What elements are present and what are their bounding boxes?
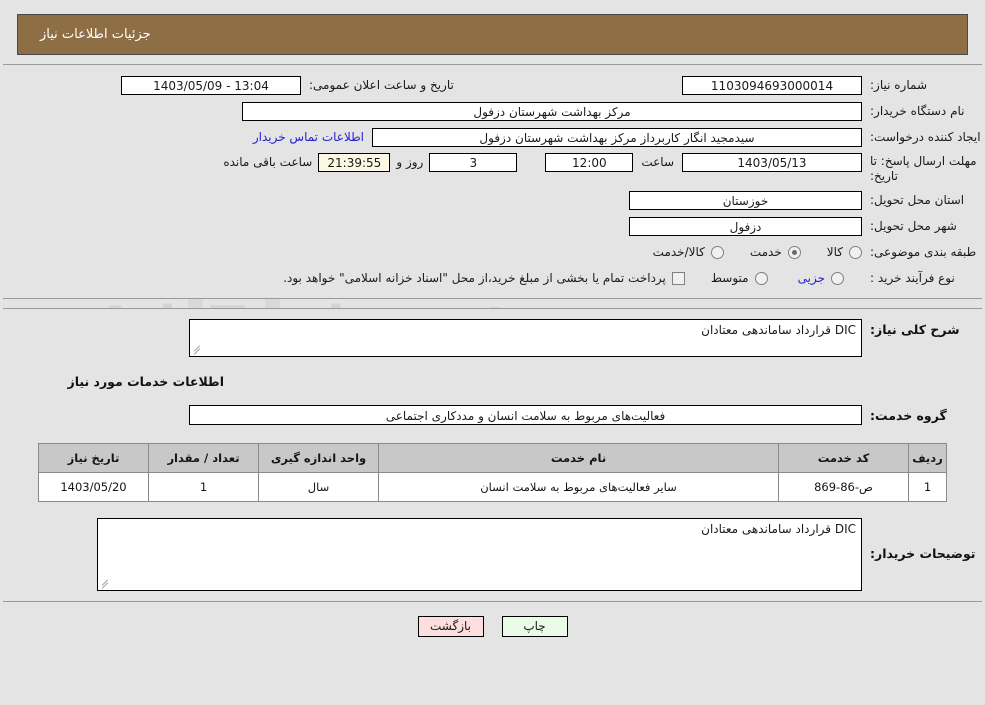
th-index: ردیف bbox=[908, 443, 947, 473]
th-unit: واحد اندازه گیری bbox=[258, 443, 379, 473]
radio-process-motavasset-label: متوسط bbox=[710, 271, 749, 285]
page-root: جزئیات اطلاعات نیاز شماره نیاز: 11030946… bbox=[0, 14, 985, 637]
need-description-label: شرح کلی نیاز: bbox=[870, 322, 960, 337]
back-button[interactable]: بازگشت bbox=[417, 616, 484, 637]
cell-qty: 1 bbox=[148, 472, 259, 502]
row-buyer-notes: توضیحات خریدار: DIC قرارداد ساماندهی معت… bbox=[3, 518, 982, 591]
row-province: استان محل تحویل: خوزستان bbox=[3, 190, 982, 210]
cell-index: 1 bbox=[908, 472, 947, 502]
th-name: نام خدمت bbox=[378, 443, 779, 473]
cell-unit: سال bbox=[258, 472, 379, 502]
details-panel: شرح کلی نیاز: DIC قرارداد ساماندهی معتاد… bbox=[3, 308, 982, 602]
city-label: شهر محل تحویل: bbox=[870, 219, 957, 233]
remaining-days-label: روز و bbox=[396, 155, 424, 169]
cell-name: سایر فعالیت‌های مربوط به سلامت انسان bbox=[378, 472, 779, 502]
summary-panel: شماره نیاز: 1103094693000014 تاریخ و ساع… bbox=[3, 64, 982, 299]
classification-label: طبقه بندی موضوعی: bbox=[870, 245, 977, 259]
checkbox-islamic-treasury-label: پرداخت تمام یا بخشی از مبلغ خرید،از محل … bbox=[283, 271, 666, 285]
cell-date: 1403/05/20 bbox=[38, 472, 149, 502]
th-qty: تعداد / مقدار bbox=[148, 443, 259, 473]
announce-field: 1403/05/09 - 13:04 bbox=[121, 75, 301, 95]
province-field: خوزستان bbox=[629, 190, 862, 210]
need-description-value: DIC قرارداد ساماندهی معتادان bbox=[701, 323, 856, 337]
row-process-type: نوع فرآیند خرید : جزیی متوسط پرداخت تمام… bbox=[3, 268, 982, 288]
cell-code: ص-86-869 bbox=[778, 472, 909, 502]
row-need-number: شماره نیاز: 1103094693000014 تاریخ و ساع… bbox=[3, 75, 982, 95]
buyer-contact-link[interactable]: اطلاعات تماس خریدار bbox=[253, 130, 364, 144]
buyer-notes-value: DIC قرارداد ساماندهی معتادان bbox=[701, 522, 856, 536]
radio-classification-kala[interactable] bbox=[849, 245, 862, 259]
need-number-label: شماره نیاز: bbox=[870, 78, 927, 92]
footer-button-bar: چاپ بازگشت bbox=[0, 616, 985, 637]
table-header-row: ردیف کد خدمت نام خدمت واحد اندازه گیری ت… bbox=[38, 443, 947, 473]
th-code: کد خدمت bbox=[778, 443, 909, 473]
deadline-time-label: ساعت bbox=[641, 155, 674, 169]
remaining-days-field: 3 bbox=[429, 153, 518, 172]
row-services-heading: اطلاعات خدمات مورد نیاز bbox=[3, 371, 982, 391]
row-need-description: شرح کلی نیاز: DIC قرارداد ساماندهی معتاد… bbox=[3, 319, 982, 357]
resize-grip-icon[interactable] bbox=[193, 344, 203, 355]
row-classification: طبقه بندی موضوعی: کالا خدمت کالا/خدمت bbox=[3, 242, 982, 262]
services-heading: اطلاعات خدمات مورد نیاز bbox=[67, 373, 225, 389]
radio-classification-kala-khedmat-label: کالا/خدمت bbox=[652, 245, 705, 259]
window-title-bar: جزئیات اطلاعات نیاز bbox=[17, 14, 968, 55]
radio-process-jozei-label: جزیی bbox=[797, 271, 825, 285]
radio-classification-kala-label: کالا bbox=[826, 245, 843, 259]
row-creator: ایجاد کننده درخواست: سیدمجید انگار کاربر… bbox=[3, 127, 982, 147]
service-group-label: گروه خدمت: bbox=[870, 407, 947, 423]
need-description-textarea[interactable]: DIC قرارداد ساماندهی معتادان bbox=[189, 319, 862, 357]
buyer-notes-resize-grip-icon[interactable] bbox=[101, 578, 111, 589]
checkbox-islamic-treasury[interactable] bbox=[671, 271, 685, 285]
deadline-date-field: 1403/05/13 bbox=[682, 153, 862, 172]
remaining-clock-label: ساعت باقی مانده bbox=[223, 155, 313, 169]
row-city: شهر محل تحویل: دزفول bbox=[3, 216, 982, 236]
table-row: 1 ص-86-869 سایر فعالیت‌های مربوط به سلام… bbox=[38, 472, 947, 502]
radio-process-jozei[interactable] bbox=[831, 271, 844, 285]
remaining-clock-field: 21:39:55 bbox=[318, 153, 391, 172]
creator-label: ایجاد کننده درخواست: bbox=[870, 130, 981, 144]
items-table-wrapper: ردیف کد خدمت نام خدمت واحد اندازه گیری ت… bbox=[3, 443, 982, 502]
buyer-notes-textarea[interactable]: DIC قرارداد ساماندهی معتادان bbox=[97, 518, 862, 591]
row-deadline: مهلت ارسال پاسخ: تا تاریخ: 1403/05/13 سا… bbox=[3, 153, 982, 184]
buyer-org-field: مرکز بهداشت شهرستان دزفول bbox=[242, 101, 862, 121]
creator-field: سیدمجید انگار کاربرداز مرکز بهداشت شهرست… bbox=[372, 127, 862, 147]
city-field: دزفول bbox=[629, 216, 862, 236]
buyer-org-label: نام دستگاه خریدار: bbox=[870, 104, 965, 118]
row-buyer-org: نام دستگاه خریدار: مرکز بهداشت شهرستان د… bbox=[3, 101, 982, 121]
province-label: استان محل تحویل: bbox=[870, 193, 965, 207]
items-table: ردیف کد خدمت نام خدمت واحد اندازه گیری ت… bbox=[38, 443, 947, 502]
deadline-time-field: 12:00 bbox=[545, 153, 634, 172]
buyer-notes-label: توضیحات خریدار: bbox=[870, 546, 976, 561]
process-type-label: نوع فرآیند خرید : bbox=[870, 271, 955, 285]
announce-label: تاریخ و ساعت اعلان عمومی: bbox=[309, 78, 454, 92]
radio-classification-kala-khedmat[interactable] bbox=[710, 245, 724, 259]
radio-classification-khedmat[interactable] bbox=[787, 245, 801, 259]
row-service-group: گروه خدمت: فعالیت‌های مربوط به سلامت انس… bbox=[3, 405, 982, 425]
print-button[interactable]: چاپ bbox=[501, 616, 568, 637]
service-group-field: فعالیت‌های مربوط به سلامت انسان و مددکار… bbox=[189, 405, 862, 425]
need-number-field: 1103094693000014 bbox=[682, 75, 862, 95]
page-title: جزئیات اطلاعات نیاز bbox=[40, 27, 151, 42]
radio-classification-khedmat-label: خدمت bbox=[749, 245, 782, 259]
deadline-label: مهلت ارسال پاسخ: تا تاریخ: bbox=[870, 154, 977, 183]
radio-process-motavasset[interactable] bbox=[754, 271, 768, 285]
th-date: تاریخ نیاز bbox=[38, 443, 149, 473]
